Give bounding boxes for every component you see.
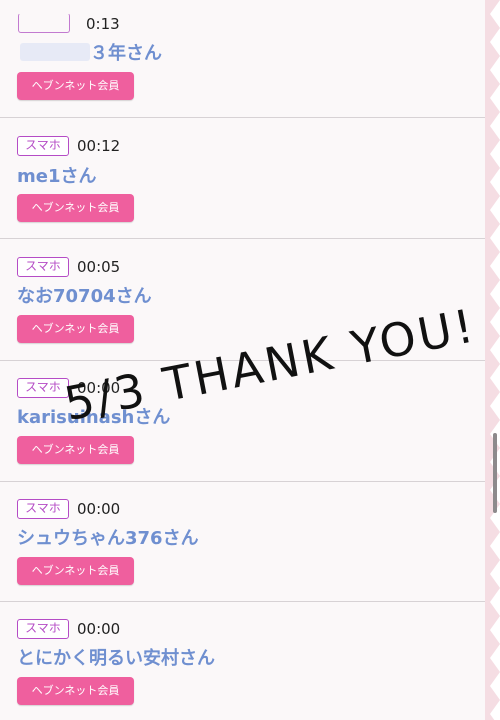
list-item: スマホ 00:00 シュウちゃん376さん ヘブンネット会員 [0, 482, 485, 602]
device-badge: スマホ [17, 136, 69, 156]
redaction-mark [20, 43, 90, 61]
list-item: スマホ 00:00 とにかく明るい安村さん ヘブンネット会員 [0, 602, 485, 720]
scrollbar-thumb[interactable] [493, 433, 497, 513]
triangle-pattern-icon [485, 0, 500, 720]
visitor-name[interactable]: とにかく明るい安村さん [17, 648, 215, 670]
device-badge: スマホ [17, 257, 69, 277]
list-item: 0:13 ３年さん ヘブンネット会員 [0, 0, 485, 118]
visit-time: 00:12 [77, 137, 121, 155]
visitor-name[interactable]: me1さん [17, 166, 97, 188]
list-item: スマホ 00:12 me1さん ヘブンネット会員 [0, 120, 485, 239]
visit-time: 0:13 [86, 15, 120, 33]
visitor-name[interactable]: なお70704さん [17, 286, 152, 308]
visit-time: 00:05 [77, 258, 121, 276]
device-badge: スマホ [17, 499, 69, 519]
visitor-name[interactable]: シュウちゃん376さん [17, 528, 199, 550]
member-button[interactable]: ヘブンネット会員 [17, 315, 134, 343]
visit-time: 00:00 [77, 500, 121, 518]
member-button[interactable]: ヘブンネット会員 [17, 436, 134, 464]
member-button[interactable]: ヘブンネット会員 [17, 72, 134, 100]
decorative-side-border [485, 0, 500, 720]
visit-time: 00:00 [77, 620, 121, 638]
visitor-name[interactable]: ３年さん [90, 43, 162, 65]
member-button[interactable]: ヘブンネット会員 [17, 194, 134, 222]
device-badge [18, 13, 70, 33]
member-button[interactable]: ヘブンネット会員 [17, 557, 134, 585]
device-badge: スマホ [17, 619, 69, 639]
member-button[interactable]: ヘブンネット会員 [17, 677, 134, 705]
